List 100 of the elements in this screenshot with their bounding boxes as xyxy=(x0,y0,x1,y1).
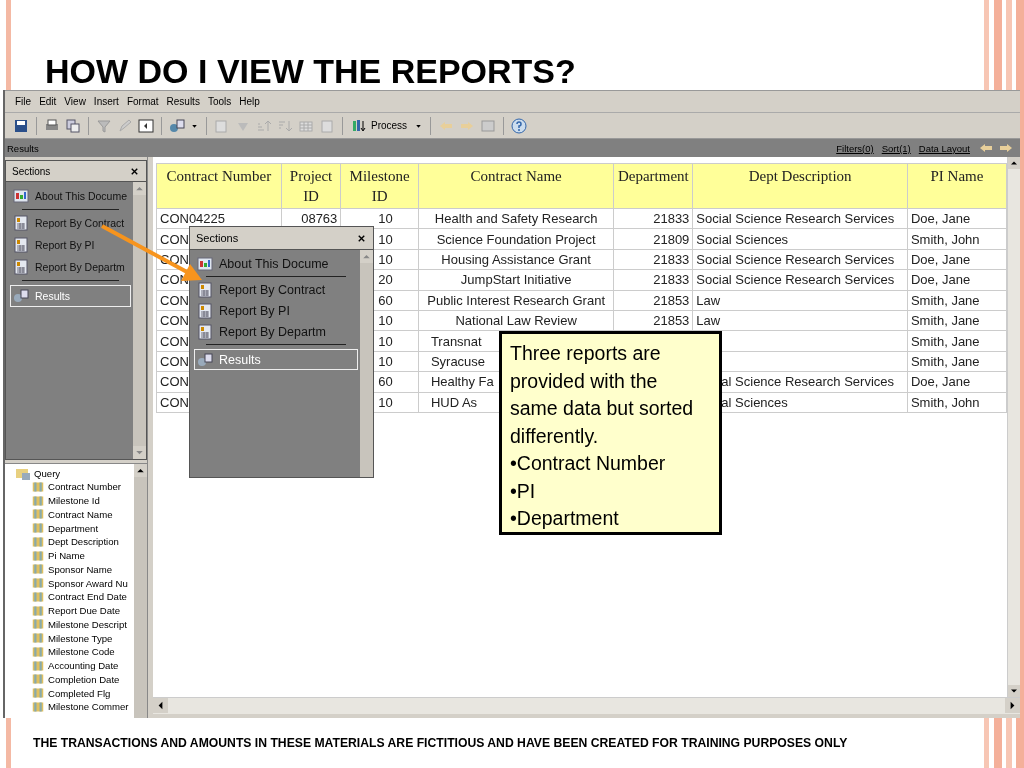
menu-item[interactable]: Edit xyxy=(39,96,57,107)
scrollbar[interactable] xyxy=(134,464,147,718)
column-icon[interactable] xyxy=(31,563,45,576)
table-icon[interactable] xyxy=(480,117,497,134)
column-icon[interactable] xyxy=(31,632,45,645)
document-icon[interactable] xyxy=(13,188,29,204)
tree-item[interactable]: Contract Name xyxy=(48,508,113,520)
menu-item[interactable]: View xyxy=(64,96,86,107)
column-header: Department xyxy=(613,163,693,209)
column-icon[interactable] xyxy=(31,687,45,700)
column-icon[interactable] xyxy=(31,577,45,590)
toolbar-link[interactable]: Sort(1) xyxy=(881,142,911,154)
slide-title: HOW DO I VIEW THE REPORTS? xyxy=(45,52,576,90)
column-icon[interactable] xyxy=(31,549,45,562)
tree-item[interactable]: Report Due Date xyxy=(48,605,120,617)
table-cell: 21853 xyxy=(613,290,693,311)
report-icon[interactable] xyxy=(197,323,213,340)
column-icon[interactable] xyxy=(31,673,45,686)
pencil-icon[interactable] xyxy=(117,117,133,134)
column-header: Contract Name xyxy=(418,163,614,209)
tree-item[interactable]: Milestone Descript xyxy=(48,618,127,630)
column-icon[interactable] xyxy=(31,659,45,672)
report-icon[interactable] xyxy=(197,281,213,298)
cube-icon[interactable] xyxy=(169,117,185,134)
sheet-icon[interactable] xyxy=(214,117,230,134)
table-cell: Smith, John xyxy=(907,228,1007,250)
report-icon[interactable] xyxy=(13,259,29,275)
toolbar-link[interactable]: Data Layout xyxy=(918,142,970,154)
column-icon[interactable] xyxy=(31,480,45,493)
report-icon[interactable] xyxy=(13,215,29,231)
cube-icon[interactable] xyxy=(197,351,213,368)
column-icon[interactable] xyxy=(31,618,45,631)
section-item[interactable]: Report By Departm xyxy=(10,256,131,278)
tree-item[interactable]: Completed Flg xyxy=(48,687,111,699)
help-icon[interactable] xyxy=(511,117,528,134)
table-cell: Social Sciences xyxy=(692,228,908,250)
table-cell: Housing Assistance Grant xyxy=(418,249,614,270)
tree-item[interactable]: Sponsor Award Nu xyxy=(48,577,128,589)
tree-item[interactable]: Milestone Code xyxy=(48,646,115,658)
pages-icon[interactable] xyxy=(65,117,81,134)
table-cell: Law xyxy=(692,290,908,311)
column-icon[interactable] xyxy=(31,590,45,603)
scrollbar[interactable] xyxy=(153,697,1020,714)
table-cell: 21833 xyxy=(613,249,693,270)
menu-item[interactable]: Tools xyxy=(207,96,232,107)
document-icon[interactable] xyxy=(197,255,213,272)
section-item[interactable]: About This Docume xyxy=(10,185,131,207)
tree-item[interactable]: Milestone Id xyxy=(48,495,100,507)
report-icon[interactable] xyxy=(13,237,29,253)
table-cell: National Law Review xyxy=(418,310,614,331)
menu-item[interactable]: Insert xyxy=(93,96,119,107)
scroll-down-icon[interactable] xyxy=(1008,685,1020,697)
column-icon[interactable] xyxy=(31,604,45,617)
table-cell: Law xyxy=(692,310,908,331)
table-cell: 21809 xyxy=(613,228,693,250)
section-item[interactable]: Report By Contract xyxy=(10,212,131,234)
cube-icon[interactable] xyxy=(13,288,29,304)
menu-item[interactable]: Help xyxy=(239,96,260,107)
toolbar-link[interactable]: Filters(0) xyxy=(836,142,874,154)
scroll-right-icon[interactable] xyxy=(1005,698,1020,713)
tree-item[interactable]: Department xyxy=(48,522,99,534)
column-icon[interactable] xyxy=(31,494,45,507)
table-cell: Smith, Jane xyxy=(907,290,1007,311)
menu-item[interactable]: Format xyxy=(126,96,159,107)
column-icon[interactable] xyxy=(31,700,45,713)
scrollbar[interactable] xyxy=(360,250,373,477)
tree-item[interactable]: Milestone Type xyxy=(48,632,113,644)
section-item[interactable]: Results xyxy=(10,285,131,307)
scroll-up-icon[interactable] xyxy=(134,464,147,477)
scroll-up-icon[interactable] xyxy=(1008,157,1020,169)
menu-item[interactable]: File xyxy=(15,96,32,107)
section-item[interactable]: Report By PI xyxy=(10,234,131,256)
column-icon[interactable] xyxy=(31,522,45,535)
tree-item[interactable]: Accounting Date xyxy=(48,660,119,672)
column-icon[interactable] xyxy=(31,535,45,548)
report-icon[interactable] xyxy=(197,302,213,319)
funnel-icon[interactable] xyxy=(96,117,112,134)
column-icon[interactable] xyxy=(31,508,45,521)
scroll-left-icon[interactable] xyxy=(153,698,168,713)
tree-item[interactable]: Pi Name xyxy=(48,550,85,562)
tree-item[interactable]: Sponsor Name xyxy=(48,563,112,575)
tree-item[interactable]: Dept Description xyxy=(48,536,119,548)
tree-item[interactable]: Contract End Date xyxy=(48,591,127,603)
process-button[interactable]: Process xyxy=(350,117,410,134)
sheet-icon[interactable] xyxy=(319,117,335,134)
footer-disclaimer: THE TRANSACTIONS AND AMOUNTS IN THESE MATERIALS ARE FICTITIOUS AND HAVE BEEN CREATED FOR TRAINING PURPOSES ONLY xyxy=(33,736,848,750)
panel-icon[interactable] xyxy=(138,117,154,134)
tree-item[interactable]: Completion Date xyxy=(48,673,120,685)
menu-item[interactable]: Results xyxy=(166,96,200,107)
table-cell: Smith, Jane xyxy=(907,351,1007,372)
tree-item[interactable]: Contract Number xyxy=(48,481,122,493)
results-title: Results xyxy=(7,142,40,154)
tree-item[interactable]: Milestone Commer xyxy=(48,701,129,713)
tree-item[interactable]: Query xyxy=(34,467,61,479)
scrollbar[interactable] xyxy=(1007,157,1020,697)
bars-icon xyxy=(352,117,368,134)
column-icon[interactable] xyxy=(31,645,45,658)
table-cell: Doe, Jane xyxy=(907,208,1007,229)
section-item[interactable]: Results xyxy=(194,349,358,370)
column-header: Contract Number xyxy=(156,163,282,209)
